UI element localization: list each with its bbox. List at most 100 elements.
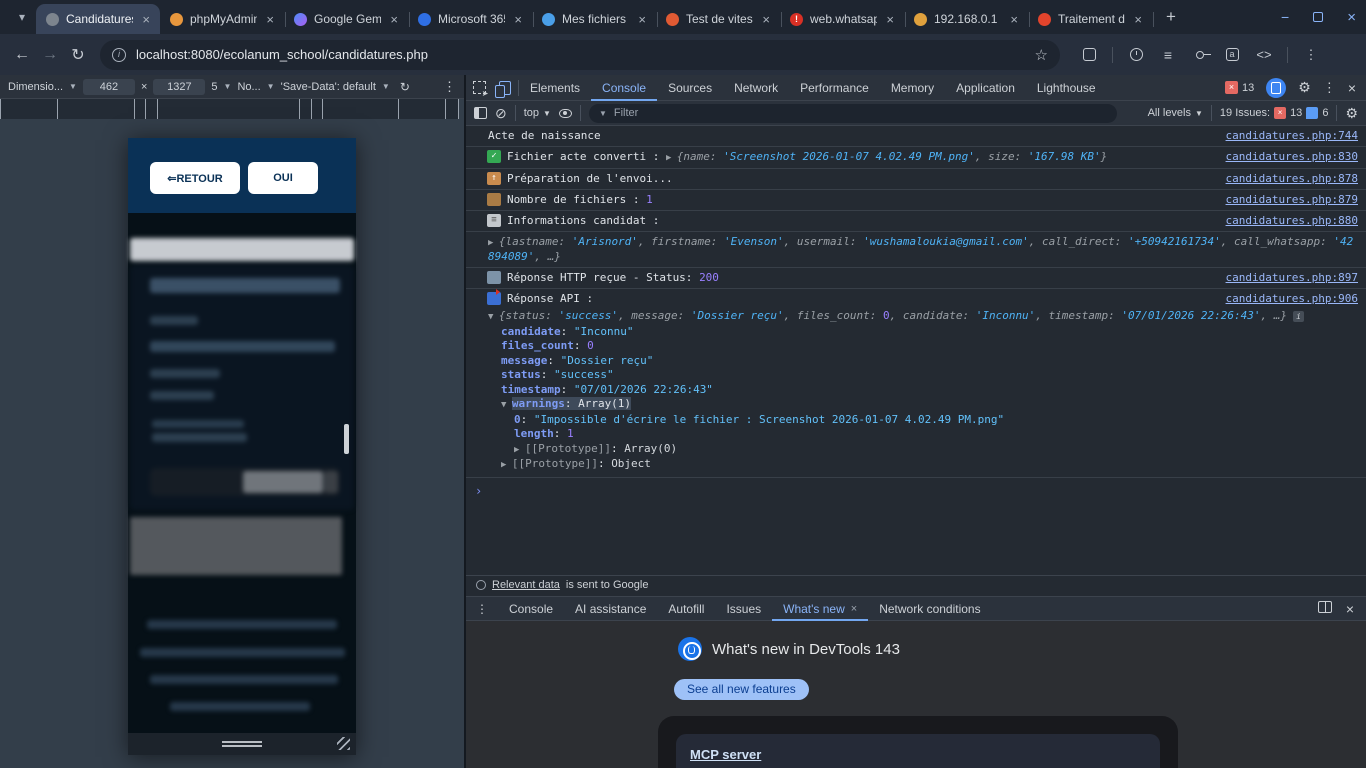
execution-context-select[interactable]: top▼ <box>524 107 551 119</box>
devtools-tab-lighthouse[interactable]: Lighthouse <box>1026 75 1107 101</box>
throttling-select[interactable]: No... <box>237 81 260 93</box>
devtools-menu-icon[interactable]: ⋮ <box>1323 80 1336 96</box>
site-info-icon[interactable]: i <box>112 48 126 62</box>
close-tab-icon[interactable]: × <box>1132 12 1144 27</box>
width-input[interactable]: 462 <box>83 79 135 95</box>
drawer-menu-icon[interactable]: ⋮ <box>466 602 498 616</box>
translate-icon[interactable]: a <box>1223 46 1241 64</box>
expand-caret-icon[interactable]: ▶ <box>514 445 525 455</box>
media-query-segment[interactable] <box>311 99 322 119</box>
browser-tab[interactable]: Google Gemini× <box>284 4 408 34</box>
devtools-tab-performance[interactable]: Performance <box>789 75 880 101</box>
page-scrollbar-thumb[interactable] <box>344 424 349 454</box>
new-tab-button[interactable]: + <box>1158 7 1184 27</box>
console-settings-icon[interactable]: ⚙ <box>1345 105 1358 122</box>
history-icon[interactable] <box>1127 46 1145 64</box>
reading-list-icon[interactable]: ≡ <box>1159 46 1177 64</box>
media-query-segment[interactable] <box>322 99 398 119</box>
close-tab-icon[interactable]: × <box>264 12 276 27</box>
browser-tab[interactable]: Candidatures× <box>36 4 160 34</box>
browser-tab[interactable]: 192.168.0.1× <box>904 4 1028 34</box>
drawer-tab-autofill[interactable]: Autofill <box>657 596 715 621</box>
devtools-tab-console[interactable]: Console <box>591 75 657 101</box>
minimize-button[interactable]: − <box>1281 9 1289 25</box>
close-drawer-icon[interactable]: × <box>1346 601 1354 617</box>
resize-corner-icon[interactable] <box>337 737 350 750</box>
media-query-segment[interactable] <box>57 99 134 119</box>
expand-caret-icon[interactable]: ▶ <box>488 238 499 248</box>
source-link[interactable]: candidatures.php:878 <box>1226 172 1358 185</box>
see-all-features-button[interactable]: See all new features <box>674 679 809 700</box>
close-tab-icon[interactable]: × <box>1008 12 1020 27</box>
dev-sites-icon[interactable]: <> <box>1255 46 1273 64</box>
source-link[interactable]: candidatures.php:744 <box>1226 129 1358 142</box>
issues-counter[interactable]: 19 Issues: ×13 6 <box>1220 107 1329 119</box>
devtools-tab-elements[interactable]: Elements <box>519 75 591 101</box>
devtools-tab-application[interactable]: Application <box>945 75 1026 101</box>
tab-search-chevron-icon[interactable]: ▾ <box>8 10 36 24</box>
console-sidebar-icon[interactable] <box>474 107 487 119</box>
ai-assistance-icon[interactable] <box>1266 78 1286 98</box>
drawer-tab-what-s-new[interactable]: What's new× <box>772 596 868 621</box>
expand-caret-icon[interactable]: ▼ <box>501 400 512 410</box>
media-query-bar[interactable] <box>0 99 464 119</box>
zoom-select[interactable]: 5 <box>211 81 217 93</box>
close-devtools-icon[interactable]: × <box>1348 80 1356 96</box>
drawer-tab-network-conditions[interactable]: Network conditions <box>868 596 991 621</box>
media-query-segment[interactable] <box>145 99 157 119</box>
media-query-segment[interactable] <box>398 99 445 119</box>
privacy-link[interactable]: Relevant data <box>492 579 560 591</box>
media-query-segment[interactable] <box>0 99 57 119</box>
expand-caret-icon[interactable]: ▶ <box>666 153 677 163</box>
source-link[interactable]: candidatures.php:879 <box>1226 193 1358 206</box>
close-tab-icon[interactable]: × <box>636 12 648 27</box>
reload-button[interactable]: ↻ <box>64 45 92 65</box>
close-tab-icon[interactable]: × <box>388 12 400 27</box>
dimensions-select[interactable]: Dimensio... <box>8 81 63 93</box>
browser-menu-icon[interactable]: ⋮ <box>1302 46 1320 64</box>
devtools-tab-sources[interactable]: Sources <box>657 75 723 101</box>
close-tab-icon[interactable]: × <box>512 12 524 27</box>
console-prompt[interactable]: › <box>466 478 1366 498</box>
device-toolbar-menu-icon[interactable]: ⋮ <box>443 79 456 95</box>
bookmark-star-icon[interactable]: ☆ <box>1035 46 1048 64</box>
address-bar[interactable]: i localhost:8080/ecolanum_school/candida… <box>100 40 1060 70</box>
source-link[interactable]: candidatures.php:906 <box>1226 292 1358 305</box>
close-drawer-tab-icon[interactable]: × <box>851 603 857 615</box>
close-tab-icon[interactable]: × <box>140 12 152 27</box>
browser-tab[interactable]: Traitement de× <box>1028 4 1152 34</box>
browser-tab[interactable]: Mes fichiers -× <box>532 4 656 34</box>
browser-tab[interactable]: phpMyAdmin× <box>160 4 284 34</box>
browser-tab[interactable]: !web.whatsapp× <box>780 4 904 34</box>
devtools-tab-memory[interactable]: Memory <box>880 75 945 101</box>
console-filter-input[interactable]: ▼ Filter <box>589 104 1117 123</box>
restore-button[interactable] <box>1313 12 1323 22</box>
passwords-icon[interactable] <box>1191 46 1209 64</box>
expand-caret-icon[interactable]: ▼ <box>488 312 499 322</box>
devtools-tab-network[interactable]: Network <box>723 75 789 101</box>
drawer-tab-console[interactable]: Console <box>498 596 564 621</box>
settings-gear-icon[interactable]: ⚙ <box>1298 79 1311 96</box>
forward-button[interactable]: → <box>36 46 64 64</box>
source-link[interactable]: candidatures.php:830 <box>1226 150 1358 163</box>
extensions-icon[interactable] <box>1080 46 1098 64</box>
source-link[interactable]: candidatures.php:897 <box>1226 271 1358 284</box>
media-query-segment[interactable] <box>157 99 299 119</box>
media-query-segment[interactable] <box>445 99 459 119</box>
log-levels-select[interactable]: All levels▼ <box>1148 107 1203 119</box>
back-button[interactable]: ← <box>8 46 36 64</box>
mcp-server-link[interactable]: MCP server <box>690 747 761 762</box>
rotate-device-icon[interactable]: ↻ <box>400 80 410 94</box>
close-tab-icon[interactable]: × <box>760 12 772 27</box>
drawer-tab-issues[interactable]: Issues <box>715 596 772 621</box>
close-window-button[interactable]: × <box>1347 9 1356 26</box>
resize-handle[interactable] <box>222 741 262 743</box>
media-query-segment[interactable] <box>134 99 145 119</box>
source-link[interactable]: candidatures.php:880 <box>1226 214 1358 227</box>
device-toolbar-toggle-icon[interactable] <box>492 81 518 95</box>
live-expression-icon[interactable] <box>559 109 572 118</box>
close-tab-icon[interactable]: × <box>884 12 896 27</box>
drawer-layout-icon[interactable] <box>1318 601 1332 613</box>
browser-tab[interactable]: Microsoft 365× <box>408 4 532 34</box>
drawer-tab-ai-assistance[interactable]: AI assistance <box>564 596 657 621</box>
